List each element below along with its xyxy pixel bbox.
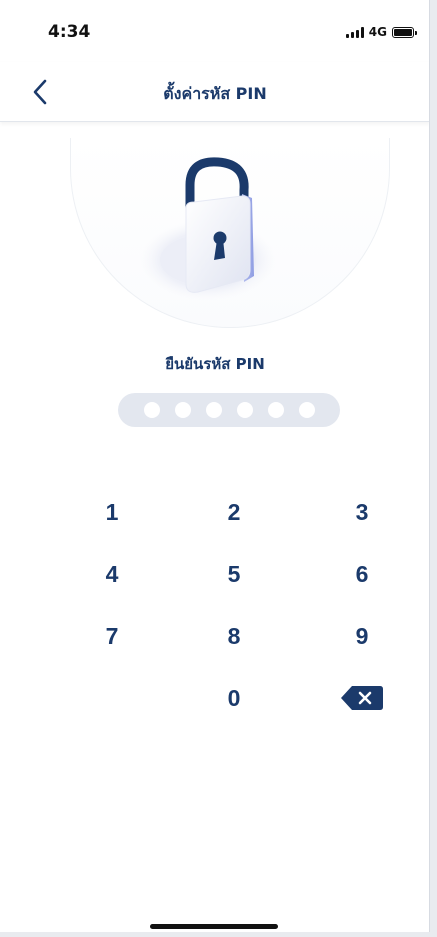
status-time: 4:34 <box>48 22 91 42</box>
status-icons: 4G <box>345 25 417 39</box>
key-4[interactable]: 4 <box>72 546 152 602</box>
key-9[interactable]: 9 <box>322 608 402 664</box>
status-bar: 4:34 4G <box>0 0 429 62</box>
key-1[interactable]: 1 <box>72 484 152 540</box>
battery-icon <box>392 26 417 38</box>
phone-screen: 4:34 4G ตั้งค่ารหัส PIN ยืนยันรหัส PIN 1… <box>0 0 430 932</box>
page-title: ตั้งค่ารหัส PIN <box>163 84 267 103</box>
home-indicator[interactable] <box>150 924 278 929</box>
network-type: 4G <box>368 25 387 39</box>
padlock-icon <box>140 157 276 300</box>
pin-prompt: ยืนยันรหัส PIN <box>165 355 265 373</box>
backspace-icon <box>341 686 383 710</box>
pin-dot <box>267 402 284 418</box>
pin-dot <box>236 402 253 418</box>
pin-dot <box>205 402 222 418</box>
pin-indicator <box>118 393 340 427</box>
key-8[interactable]: 8 <box>194 608 274 664</box>
key-6[interactable]: 6 <box>322 546 402 602</box>
pin-dot <box>174 402 191 418</box>
key-7[interactable]: 7 <box>72 608 152 664</box>
key-3[interactable]: 3 <box>322 484 402 540</box>
key-5[interactable]: 5 <box>194 546 274 602</box>
signal-icon <box>345 26 364 38</box>
pin-dot <box>143 402 160 418</box>
key-0[interactable]: 0 <box>194 670 274 726</box>
nav-bar: ตั้งค่ารหัส PIN <box>0 62 429 122</box>
pin-dot <box>298 402 315 418</box>
key-2[interactable]: 2 <box>194 484 274 540</box>
delete-button[interactable] <box>322 670 402 726</box>
